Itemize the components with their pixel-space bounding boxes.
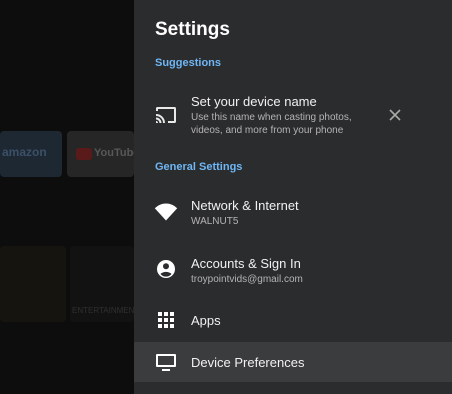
settings-item-device-preferences[interactable]: Device Preferences (134, 342, 452, 382)
account-icon (157, 260, 175, 278)
settings-item-network[interactable]: Network & Internet WALNUT5 (134, 190, 452, 234)
amazon-tile-label: amazon (2, 145, 47, 159)
amazon-app-tile: amazon (0, 131, 62, 177)
settings-item-label: Network & Internet (191, 198, 299, 213)
content-thumbnail (0, 246, 66, 322)
content-thumbnail-2: ENTERTAINMENT (70, 246, 134, 322)
settings-item-accounts[interactable]: Accounts & Sign In troypointvids@gmail.c… (134, 248, 452, 292)
suggestion-label: Set your device name (191, 94, 317, 109)
tv-icon (156, 354, 176, 371)
thumbnail-caption: ENTERTAINMENT (72, 306, 134, 315)
settings-item-apps[interactable]: Apps (134, 304, 452, 336)
settings-item-label: Accounts & Sign In (191, 256, 301, 271)
cast-icon (156, 107, 176, 123)
suggestion-description: Use this name when casting photos, video… (191, 112, 352, 136)
youtube-tile-label: YouTube (94, 147, 134, 159)
suggestion-device-name[interactable]: Set your device name Use this name when … (134, 86, 452, 144)
general-settings-header: General Settings (155, 161, 243, 173)
suggestions-header: Suggestions (155, 57, 222, 69)
settings-item-sub: WALNUT5 (191, 216, 239, 227)
close-icon[interactable] (387, 107, 403, 123)
home-screen-background: amazon YouTube ENTERTAINMENT (0, 0, 134, 394)
settings-item-label: Device Preferences (191, 355, 305, 370)
settings-panel: Settings Suggestions Set your device nam… (134, 0, 452, 394)
page-title: Settings (155, 19, 230, 40)
wifi-icon (154, 203, 178, 221)
settings-item-label: Apps (191, 313, 221, 328)
youtube-app-tile: YouTube (67, 131, 134, 177)
apps-grid-icon (158, 312, 174, 328)
settings-item-sub: troypointvids@gmail.com (191, 274, 303, 285)
youtube-logo-icon (76, 148, 92, 160)
